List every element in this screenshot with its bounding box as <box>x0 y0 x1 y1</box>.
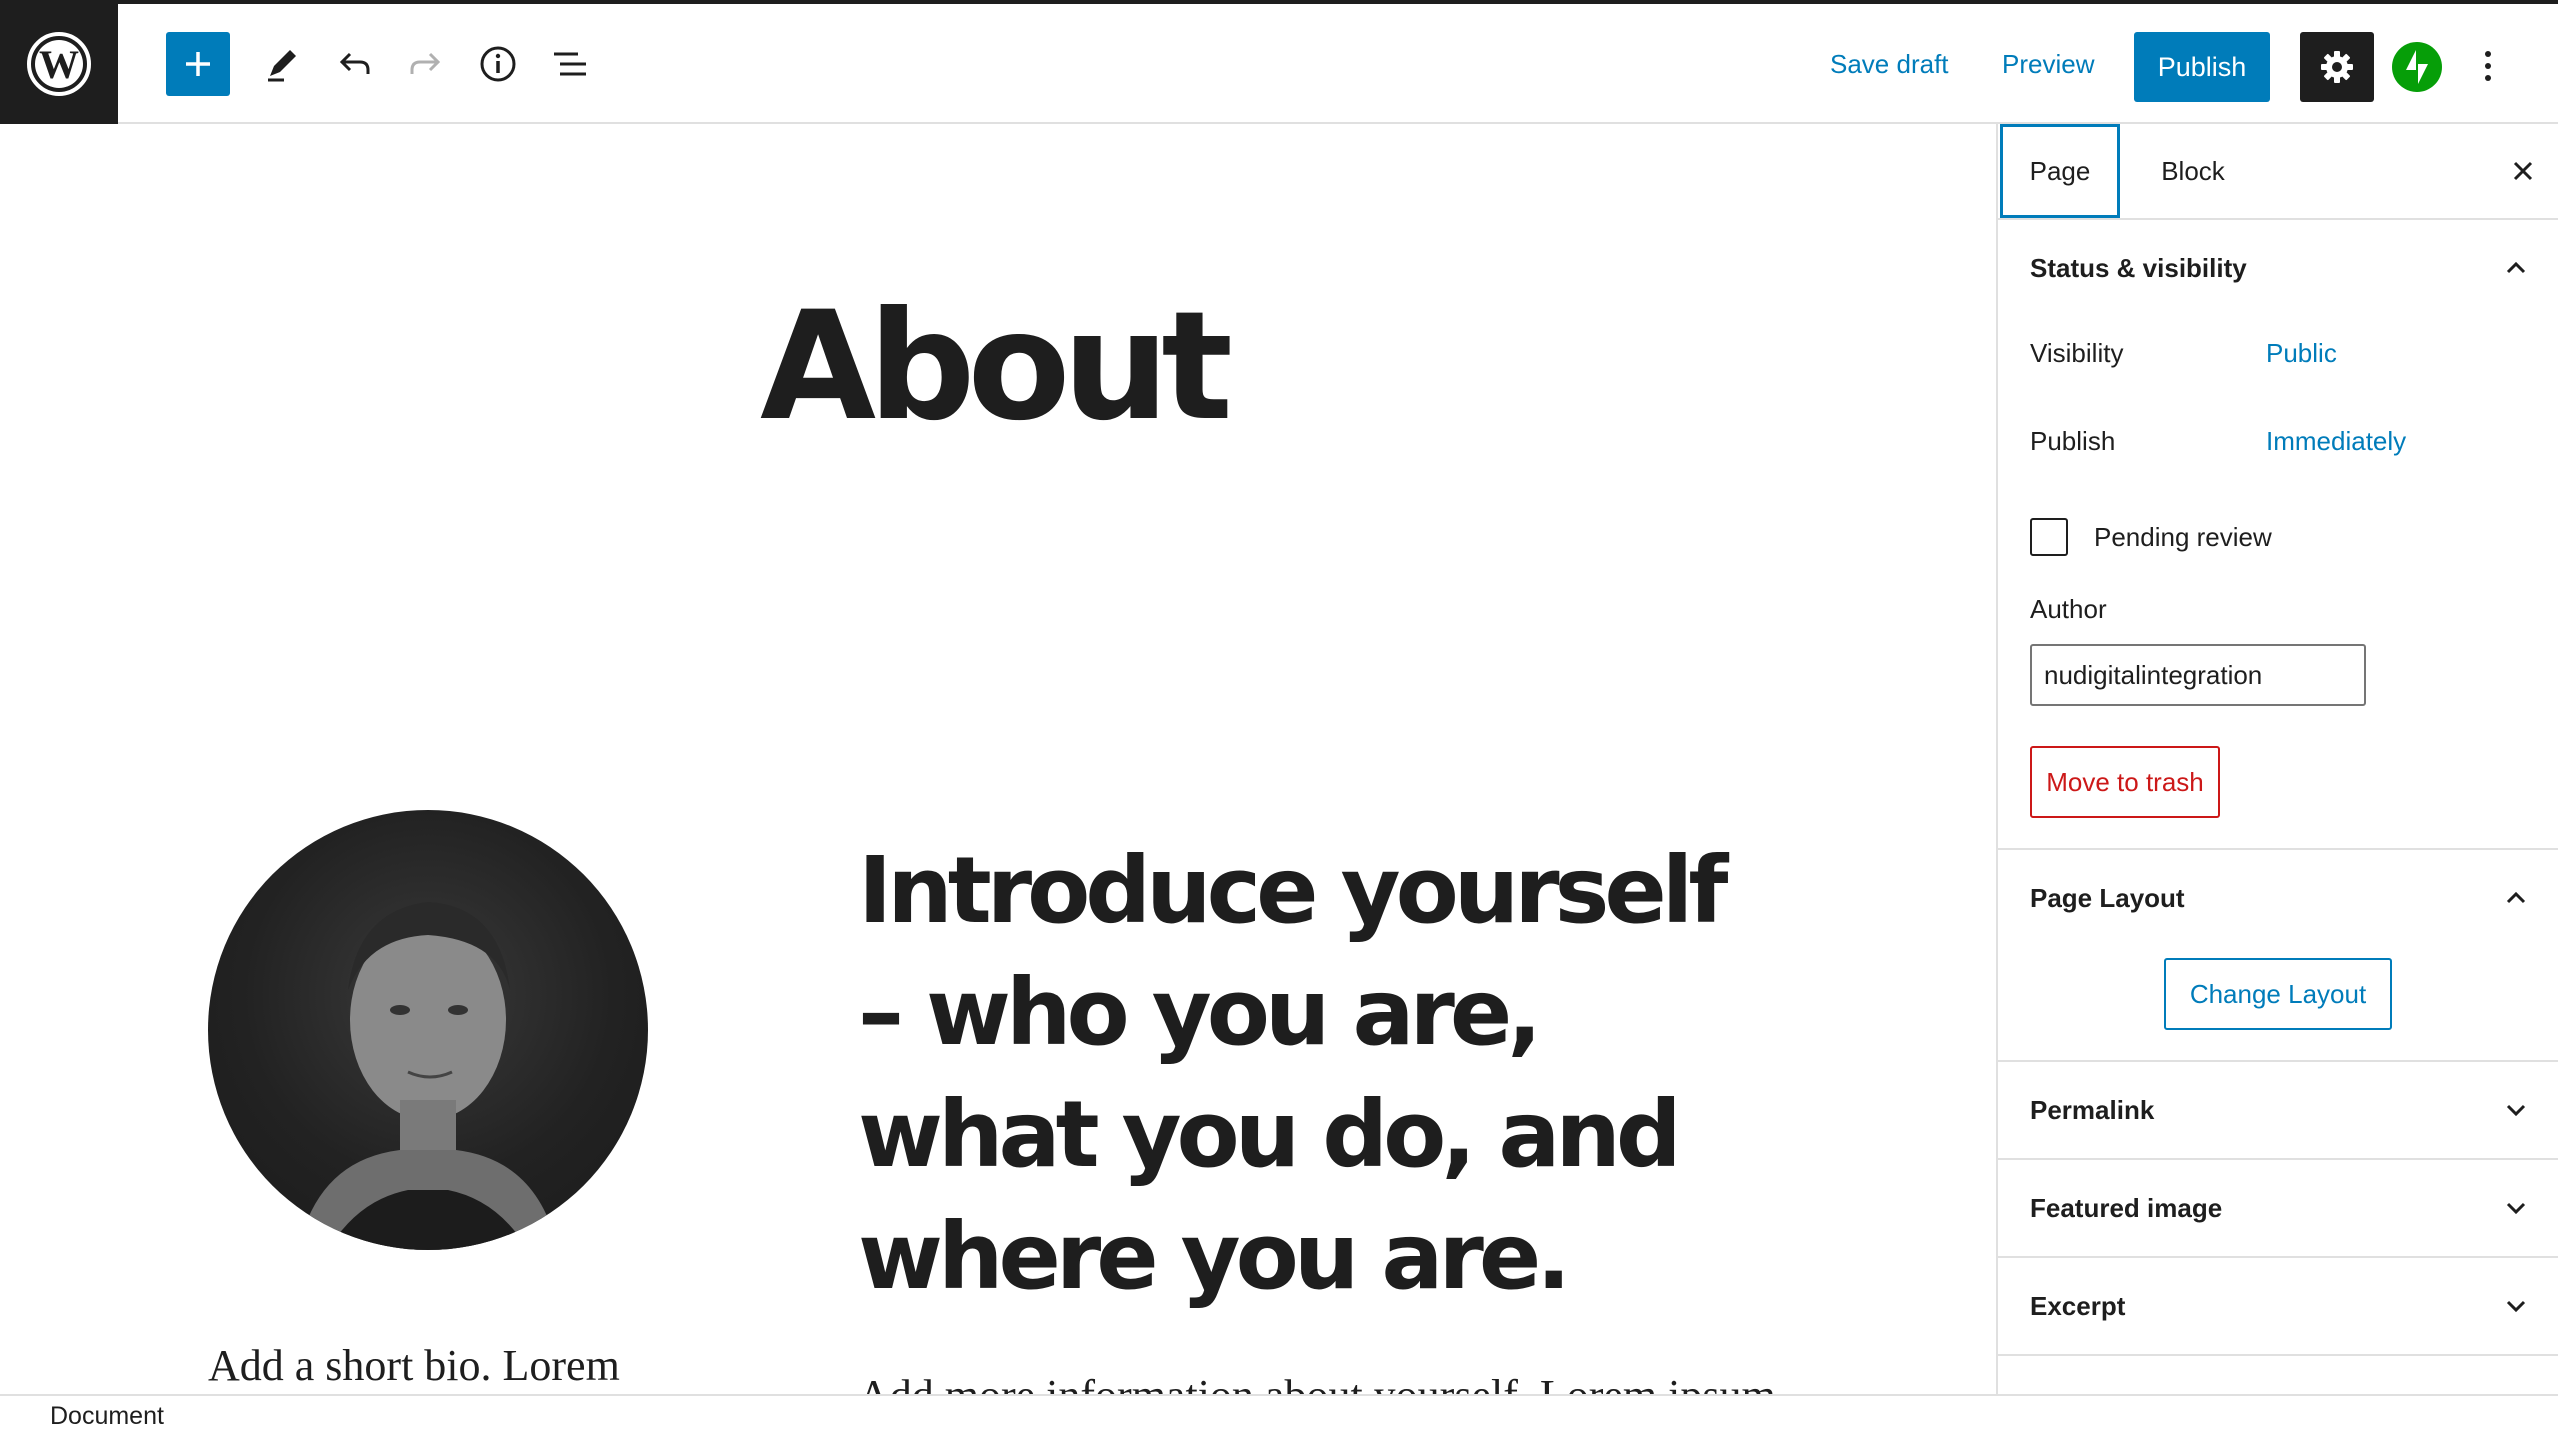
close-icon <box>2513 161 2533 181</box>
more-options-button[interactable] <box>2462 40 2514 92</box>
chevron-down-icon <box>2506 1104 2526 1117</box>
add-block-button[interactable] <box>166 32 230 96</box>
panel-title: Page Layout <box>2030 883 2185 913</box>
breadcrumb-document[interactable]: Document <box>50 1402 164 1431</box>
editor-canvas: About Introduce yourself – who you are, … <box>0 124 1996 1394</box>
undo-button[interactable] <box>328 38 380 90</box>
chevron-down-icon <box>2506 1202 2526 1215</box>
undo-icon <box>339 52 370 74</box>
jetpack-icon <box>2406 50 2428 84</box>
close-sidebar-button[interactable] <box>2500 148 2546 194</box>
save-draft-button[interactable]: Save draft <box>1830 34 1949 94</box>
bio-paragraph[interactable]: Add a short bio. Lorem <box>208 1340 620 1391</box>
author-select[interactable]: nudigitalintegration <box>2030 644 2366 706</box>
redo-button[interactable] <box>400 38 452 90</box>
sidebar-tabs: Page Block <box>1998 124 2558 220</box>
list-view-button[interactable] <box>544 38 596 90</box>
plus-icon <box>186 52 210 76</box>
panel-title: Status & visibility <box>2030 253 2247 283</box>
tools-button[interactable] <box>256 38 308 90</box>
move-to-trash-button[interactable]: Move to trash <box>2030 746 2220 818</box>
visibility-value-button[interactable]: Public <box>2266 338 2337 369</box>
gear-icon <box>2321 51 2353 83</box>
page-title[interactable]: About <box>760 280 1233 454</box>
settings-sidebar: Page Block Status & visibility Visibilit… <box>1996 124 2558 1394</box>
panel-title: Excerpt <box>2030 1291 2126 1321</box>
redo-icon <box>410 52 441 74</box>
chevron-down-icon <box>2506 1300 2526 1313</box>
panel-title: Permalink <box>2030 1095 2155 1125</box>
editor-header: W Save draft Preview Publish <box>0 0 2558 128</box>
tab-page[interactable]: Page <box>2000 124 2120 218</box>
intro-heading[interactable]: Introduce yourself – who you are, what y… <box>858 830 1758 1318</box>
wordpress-logo-button[interactable]: W <box>0 0 118 128</box>
svg-text:W: W <box>39 42 79 87</box>
profile-image[interactable] <box>208 810 648 1250</box>
status-visibility-panel-toggle[interactable]: Status & visibility <box>1998 220 2558 316</box>
info-icon <box>480 46 516 82</box>
excerpt-panel-toggle[interactable]: Excerpt <box>1998 1258 2558 1354</box>
preview-button[interactable]: Preview <box>2002 34 2094 94</box>
block-breadcrumb-bar: Document <box>0 1394 2558 1438</box>
more-vertical-icon <box>2485 51 2491 81</box>
permalink-panel-toggle[interactable]: Permalink <box>1998 1062 2558 1158</box>
publish-date-button[interactable]: Immediately <box>2266 426 2406 457</box>
pending-review-label[interactable]: Pending review <box>2094 522 2272 553</box>
pending-review-checkbox[interactable] <box>2030 518 2068 556</box>
chevron-up-icon <box>2506 261 2526 274</box>
panel-title: Featured image <box>2030 1193 2223 1223</box>
settings-button[interactable] <box>2300 32 2374 102</box>
list-view-icon <box>554 52 586 76</box>
panel-divider <box>1998 1354 2558 1356</box>
publish-button[interactable]: Publish <box>2134 32 2270 102</box>
info-paragraph[interactable]: Add more information about yourself. Lor… <box>858 1370 1776 1394</box>
wordpress-logo-icon: W <box>27 32 91 96</box>
chevron-up-icon <box>2506 891 2526 904</box>
jetpack-button[interactable] <box>2392 42 2442 92</box>
tab-block[interactable]: Block <box>2138 124 2248 218</box>
pencil-icon <box>268 50 296 82</box>
featured-image-panel-toggle[interactable]: Featured image <box>1998 1160 2558 1256</box>
details-button[interactable] <box>472 38 524 90</box>
portrait-photo <box>298 902 558 1250</box>
change-layout-button[interactable]: Change Layout <box>2164 958 2392 1030</box>
author-label: Author <box>2030 594 2107 624</box>
publish-label: Publish <box>2030 426 2116 456</box>
page-layout-panel-toggle[interactable]: Page Layout <box>1998 850 2558 946</box>
visibility-label: Visibility <box>2030 338 2124 368</box>
